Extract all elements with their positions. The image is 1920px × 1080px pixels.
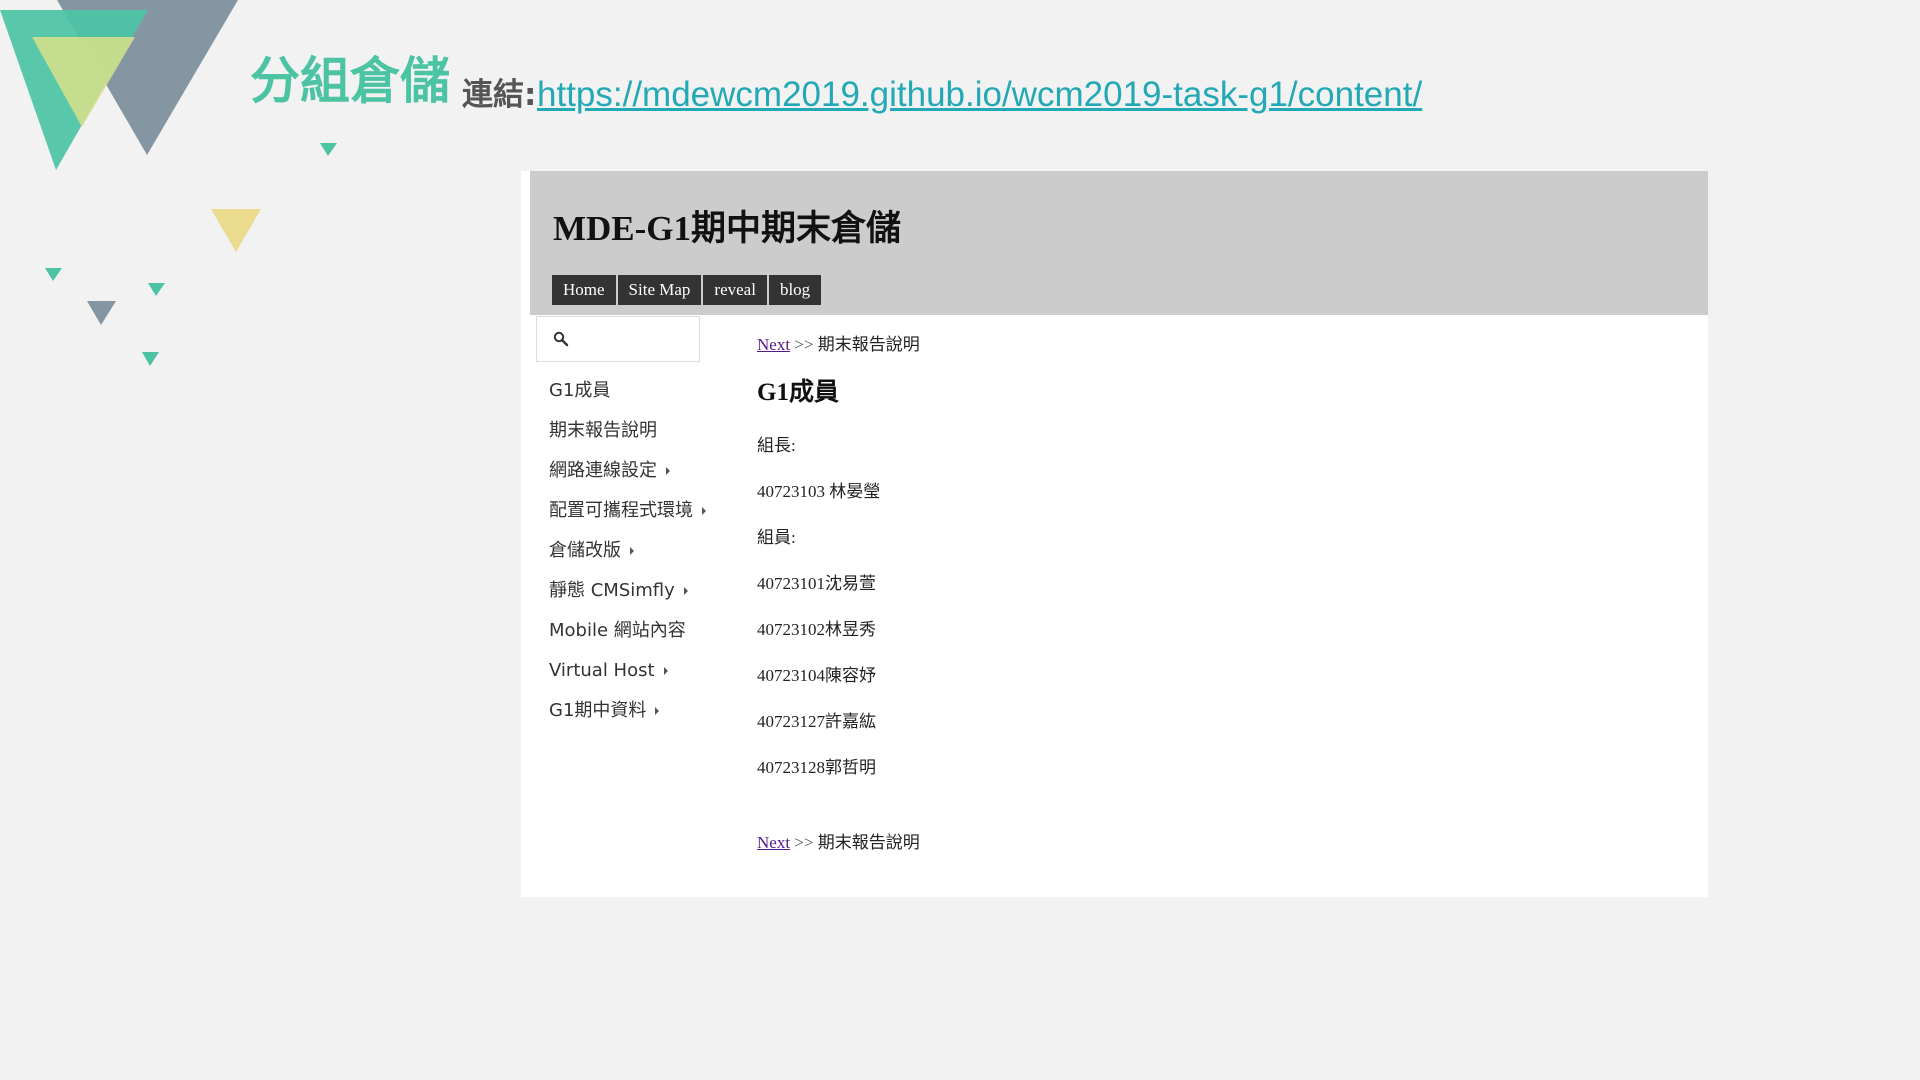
sidebar-item-midterm-data[interactable]: G1期中資料 [549,691,749,731]
link-label: 連結: [462,77,537,113]
breadcrumb-target: 期末報告說明 [817,335,920,354]
repository-link[interactable]: https://mdewcm2019.github.io/wcm2019-tas… [537,77,1422,112]
sidebar-item-virtual-host[interactable]: Virtual Host [549,651,749,691]
nav-home[interactable]: Home [552,275,616,305]
caret-right-icon [663,667,668,675]
search-box[interactable] [536,316,700,362]
caret-right-icon [630,547,634,555]
member-entry: 40723104陳容妤 [757,666,876,685]
sidebar-item-final-report[interactable]: 期末報告說明 [549,411,749,451]
sidebar-item-label: 期末報告說明 [549,420,657,441]
sidebar-item-label: 配置可攜程式環境 [549,500,693,521]
sidebar-item-g1-members[interactable]: G1成員 [549,371,749,411]
main-content: Next >> 期末報告說明 G1成員 組長: 40723103 林晏瑩 組員:… [757,171,1457,897]
breadcrumb-separator: >> [794,335,814,354]
slide-title: 分組倉儲 [250,52,450,110]
sidebar-item-cmsimfly[interactable]: 靜態 CMSimfly [549,571,749,611]
sidebar-item-label: G1期中資料 [549,700,647,721]
caret-right-icon [683,587,688,595]
sidebar-item-label: Virtual Host [549,660,655,681]
members-label: 組員: [757,528,796,547]
sidebar-item-label: G1成員 [549,380,611,401]
website-screenshot: MDE-G1期中期末倉儲 Home Site Map reveal blog G… [521,171,1708,897]
leader-label: 組長: [757,436,796,455]
member-entry: 40723102林昱秀 [757,620,876,639]
sidebar-item-mobile-content[interactable]: Mobile 網站內容 [549,611,749,651]
sidebar-menu: G1成員 期末報告說明 網路連線設定 配置可攜程式環境 倉儲改版 靜態 CMSi… [549,371,749,731]
caret-right-icon [702,507,706,515]
breadcrumb-bottom: Next >> 期末報告說明 [757,834,920,851]
caret-right-icon [666,467,670,475]
sidebar-item-portable-env[interactable]: 配置可攜程式環境 [549,491,749,531]
caret-right-icon [655,707,660,715]
sidebar-item-network-setup[interactable]: 網路連線設定 [549,451,749,491]
sidebar-item-label: 靜態 CMSimfly [549,580,675,601]
search-input[interactable] [577,323,699,357]
nav-site-map[interactable]: Site Map [617,275,702,305]
breadcrumb-target: 期末報告說明 [817,833,920,852]
page-title: G1成員 [757,379,839,406]
search-icon [553,331,569,347]
member-entry: 40723101沈易萱 [757,574,876,593]
member-entry: 40723127許嘉紘 [757,712,876,731]
sidebar-item-label: 網路連線設定 [549,460,657,481]
sidebar-item-label: Mobile 網站內容 [549,620,686,641]
next-link[interactable]: Next [757,833,790,852]
leader-entry: 40723103 林晏瑩 [757,482,881,501]
breadcrumb-separator: >> [794,833,814,852]
sidebar-item-repo-revision[interactable]: 倉儲改版 [549,531,749,571]
member-entry: 40723128郭哲明 [757,758,876,777]
sidebar-item-label: 倉儲改版 [549,540,621,561]
next-link[interactable]: Next [757,335,790,354]
small-triangle-accent [320,143,337,156]
breadcrumb: Next >> 期末報告說明 [757,336,920,353]
